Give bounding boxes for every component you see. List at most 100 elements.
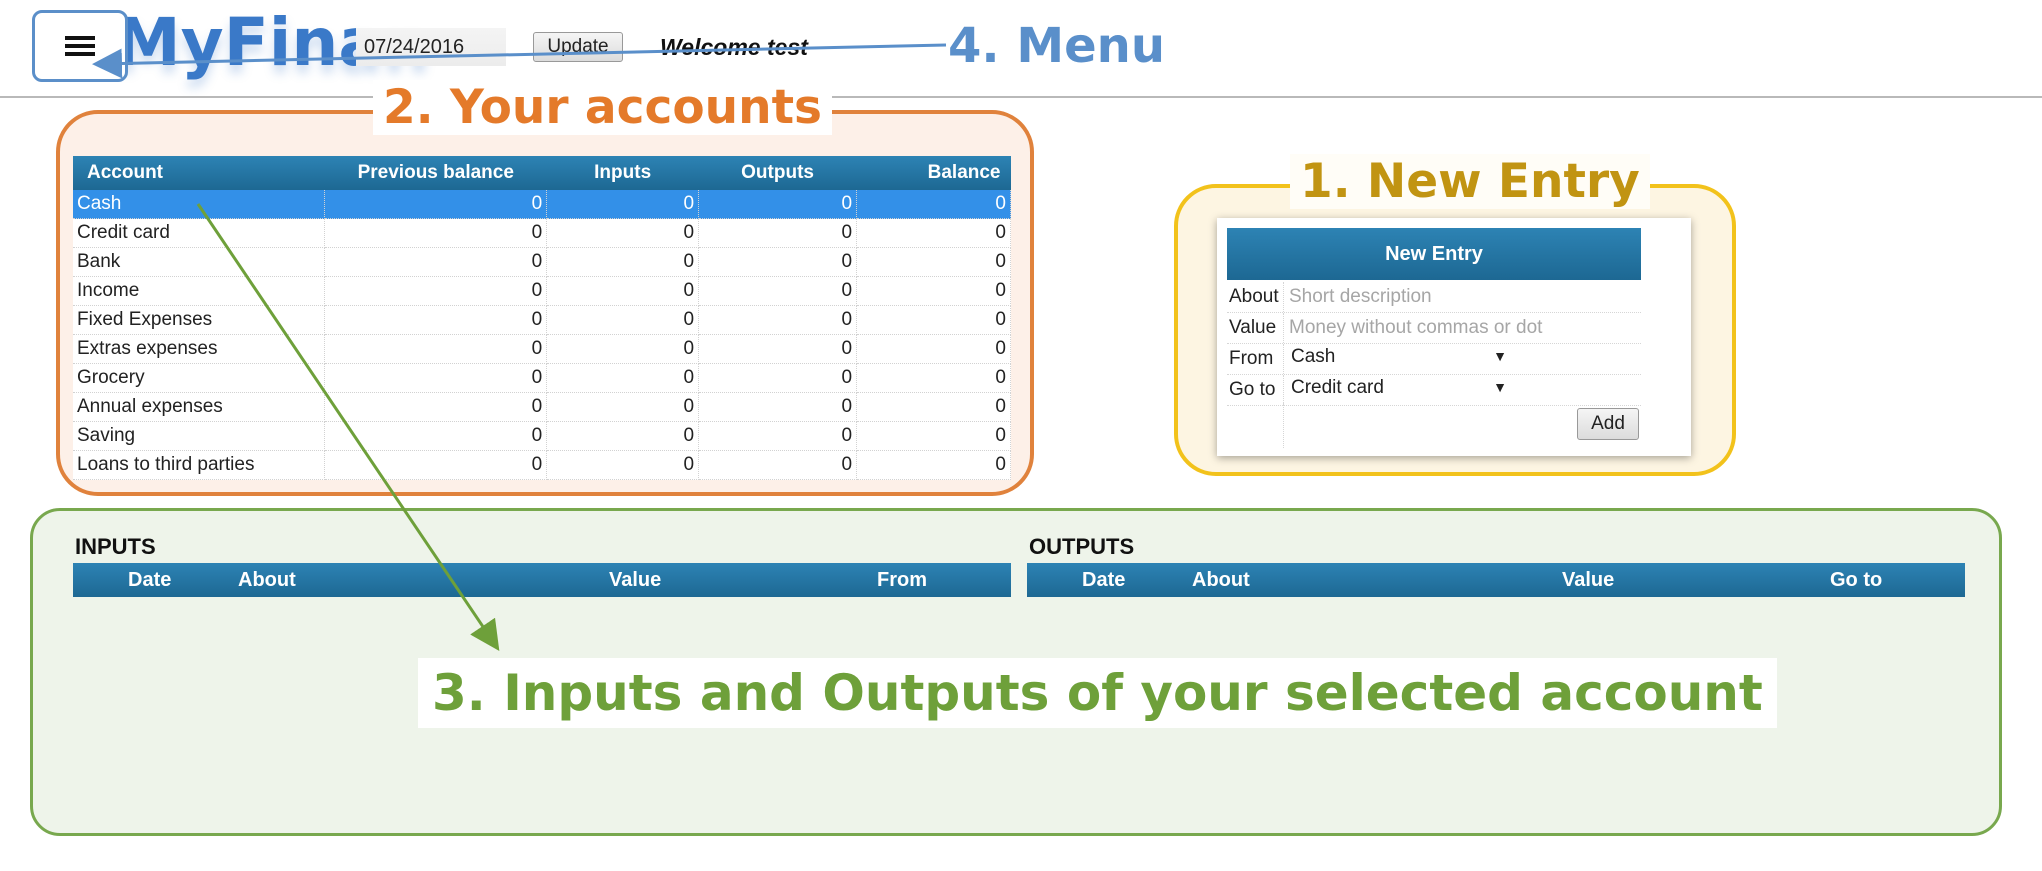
account-row[interactable]: Loans to third parties 0 0 0 0 [73, 450, 1011, 480]
balance-cell: 0 [856, 190, 1011, 219]
value-input[interactable] [1287, 315, 1631, 341]
balance-cell: 0 [856, 276, 1011, 306]
date-input[interactable] [356, 28, 506, 66]
new-entry-panel: New Entry About Value From Cash ▼ Go to … [1217, 218, 1691, 456]
previous-balance-cell: 0 [324, 190, 548, 219]
balance-cell: 0 [856, 363, 1011, 393]
column-header-outputs[interactable]: Outputs [698, 156, 857, 190]
balance-cell: 0 [856, 247, 1011, 277]
inputs-cell: 0 [546, 276, 700, 306]
balance-cell: 0 [856, 392, 1011, 422]
balance-cell: 0 [856, 450, 1011, 480]
column-header-inputs[interactable]: Inputs [546, 156, 699, 190]
goto-select[interactable]: Credit card ▼ [1291, 377, 1507, 403]
inputs-cell: 0 [546, 190, 700, 219]
account-name: Income [73, 276, 326, 306]
inputs-column-about[interactable]: About [238, 569, 296, 592]
outputs-cell: 0 [698, 421, 858, 451]
header-divider [0, 96, 2042, 98]
account-row[interactable]: Cash 0 0 0 0 [73, 190, 1011, 219]
account-name: Grocery [73, 363, 326, 393]
account-name: Fixed Expenses [73, 305, 326, 335]
account-name: Credit card [73, 218, 326, 248]
outputs-cell: 0 [698, 363, 858, 393]
previous-balance-cell: 0 [324, 334, 548, 364]
account-row[interactable]: Annual expenses 0 0 0 0 [73, 392, 1011, 422]
account-row[interactable]: Grocery 0 0 0 0 [73, 363, 1011, 393]
account-row[interactable]: Bank 0 0 0 0 [73, 247, 1011, 277]
account-row[interactable]: Credit card 0 0 0 0 [73, 218, 1011, 248]
account-name: Bank [73, 247, 326, 277]
outputs-column-about[interactable]: About [1192, 569, 1250, 592]
inputs-cell: 0 [546, 305, 700, 335]
about-row: About [1227, 282, 1641, 313]
inputs-cell: 0 [546, 421, 700, 451]
menu-callout: 4. Menu [948, 18, 1166, 74]
menu-button[interactable] [32, 10, 128, 82]
hamburger-icon [65, 36, 95, 56]
previous-balance-cell: 0 [324, 305, 548, 335]
outputs-column-date[interactable]: Date [1082, 569, 1125, 592]
inputs-column-date[interactable]: Date [128, 569, 171, 592]
previous-balance-cell: 0 [324, 421, 548, 451]
outputs-header: Date About Value Go to [1027, 563, 1965, 597]
row-separator [1283, 282, 1285, 312]
new-entry-title: New Entry [1227, 228, 1641, 280]
account-name: Saving [73, 421, 326, 451]
previous-balance-cell: 0 [324, 276, 548, 306]
from-label: From [1229, 348, 1274, 369]
add-button[interactable]: Add [1577, 408, 1639, 440]
balance-cell: 0 [856, 421, 1011, 451]
about-input[interactable] [1287, 284, 1631, 310]
inputs-cell: 0 [546, 247, 700, 277]
account-name: Cash [73, 190, 326, 219]
inputs-cell: 0 [546, 450, 700, 480]
value-row: Value [1227, 313, 1641, 344]
outputs-cell: 0 [698, 392, 858, 422]
balance-cell: 0 [856, 218, 1011, 248]
account-row[interactable]: Extras expenses 0 0 0 0 [73, 334, 1011, 364]
column-header-balance[interactable]: Balance [856, 156, 1011, 190]
inputs-column-from[interactable]: From [877, 569, 927, 592]
from-row: From Cash ▼ [1227, 344, 1641, 375]
account-name: Extras expenses [73, 334, 326, 364]
outputs-column-goto[interactable]: Go to [1830, 569, 1882, 592]
update-button[interactable]: Update [533, 32, 623, 62]
column-header-account[interactable]: Account [73, 156, 325, 190]
dropdown-arrow-icon: ▼ [1493, 379, 1507, 395]
inputs-outputs-callout: 3. Inputs and Outputs of your selected a… [418, 658, 1777, 728]
inputs-header: Date About Value From [73, 563, 1011, 597]
balance-cell: 0 [856, 334, 1011, 364]
inputs-cell: 0 [546, 334, 700, 364]
goto-row: Go to Credit card ▼ [1227, 375, 1641, 406]
account-name: Loans to third parties [73, 450, 326, 480]
accounts-header-row: Account Previous balance Inputs Outputs … [73, 156, 1011, 190]
inputs-column-value[interactable]: Value [609, 569, 661, 592]
outputs-cell: 0 [698, 334, 858, 364]
outputs-cell: 0 [698, 218, 858, 248]
previous-balance-cell: 0 [324, 363, 548, 393]
dropdown-arrow-icon: ▼ [1493, 348, 1507, 364]
value-label: Value [1229, 317, 1277, 338]
from-select[interactable]: Cash ▼ [1291, 346, 1507, 372]
from-select-value: Cash [1291, 346, 1336, 367]
column-header-previous-balance[interactable]: Previous balance [324, 156, 547, 190]
account-row[interactable]: Fixed Expenses 0 0 0 0 [73, 305, 1011, 335]
outputs-title: OUTPUTS [1029, 534, 1135, 559]
outputs-column-value[interactable]: Value [1562, 569, 1614, 592]
about-label: About [1229, 286, 1279, 307]
goto-label: Go to [1229, 379, 1276, 400]
inputs-cell: 0 [546, 363, 700, 393]
new-entry-callout: 1. New Entry [1290, 154, 1650, 209]
outputs-cell: 0 [698, 305, 858, 335]
inputs-cell: 0 [546, 218, 700, 248]
row-separator [1283, 375, 1285, 405]
account-row[interactable]: Saving 0 0 0 0 [73, 421, 1011, 451]
account-row[interactable]: Income 0 0 0 0 [73, 276, 1011, 306]
previous-balance-cell: 0 [324, 392, 548, 422]
outputs-cell: 0 [698, 247, 858, 277]
welcome-text: Welcome test [660, 34, 808, 60]
accounts-callout: 2. Your accounts [373, 80, 833, 135]
previous-balance-cell: 0 [324, 450, 548, 480]
previous-balance-cell: 0 [324, 247, 548, 277]
